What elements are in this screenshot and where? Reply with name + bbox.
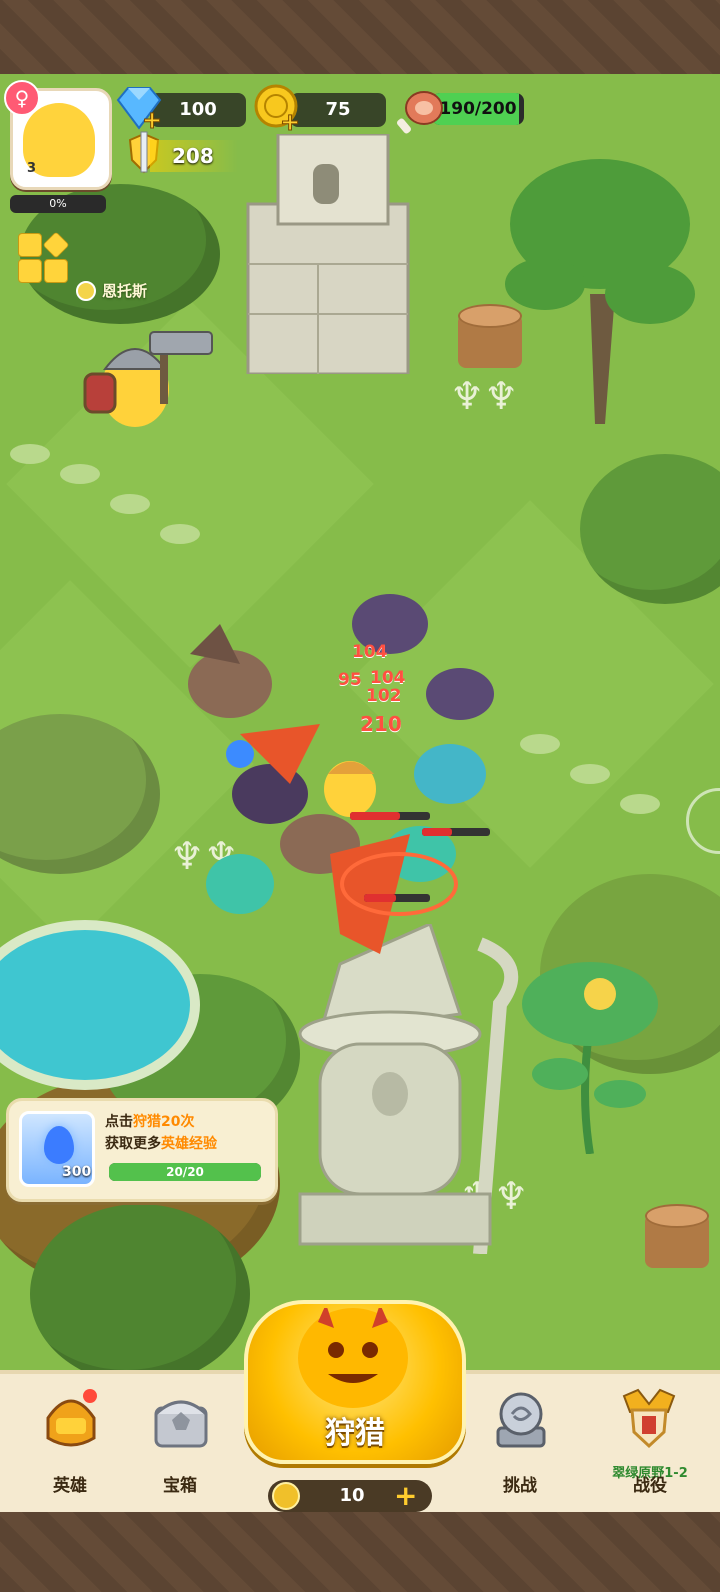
nav-chest-label: 宝箱 [163, 1476, 197, 1496]
enemy-hp-bar [350, 812, 430, 820]
hunt-cost-value: 10 [339, 1485, 365, 1506]
player-level: 3 [27, 161, 37, 176]
quest-reward-count: 300 [62, 1164, 92, 1180]
female-gender-icon: ♀ [4, 80, 40, 116]
exp-progress: 0% [10, 195, 106, 213]
power-value: 208 [150, 140, 238, 172]
monster-group [188, 594, 494, 954]
nav-heroes-label: 英雄 [53, 1476, 87, 1496]
quest-card[interactable]: 300 点击狩猎20次 获取更多英雄经验 20/20 [6, 1098, 278, 1202]
svg-text:+: + [280, 108, 300, 132]
nav-challenge-label: 挑战 [503, 1476, 537, 1496]
grass-tuft: ♆♆ [450, 374, 519, 418]
add-icon[interactable]: + [394, 1480, 417, 1512]
beetle-monster [232, 764, 308, 824]
edge-control-button[interactable] [686, 788, 720, 854]
coin-icon [272, 1482, 300, 1510]
challenge-portal-icon [496, 1392, 546, 1448]
nav-campaign[interactable]: 翠绿原野1-2 战役 [590, 1382, 710, 1502]
path-stone [570, 764, 610, 784]
battle-cluster[interactable]: 104 95 102 210 104 [180, 584, 520, 984]
top-frame [0, 0, 720, 74]
damage-number: 104 [370, 668, 406, 688]
slime-monster [206, 854, 274, 914]
hero-name-badge-icon [76, 281, 96, 301]
quest-progress-bar: 20/20 [109, 1163, 261, 1181]
meat-icon [397, 91, 443, 134]
quest-line-1: 点击狩猎20次 [105, 1114, 195, 1130]
damage-number: 104 [352, 642, 388, 662]
campaign-shield-icon [622, 1388, 676, 1449]
blue-flame-icon [44, 1126, 74, 1164]
knight-hero[interactable] [80, 324, 220, 434]
helmet-icon [46, 1389, 97, 1447]
path-stone [160, 524, 200, 544]
hunt-monster-icon [298, 1304, 408, 1408]
damage-number: 95 [338, 670, 362, 690]
bottom-frame [0, 1512, 720, 1592]
tree-stump [458, 304, 522, 368]
path-stone [110, 494, 150, 514]
hunt-label: 狩猎 [325, 1416, 385, 1451]
stamina-text: 190/200 [439, 99, 517, 119]
nav-heroes[interactable]: 英雄 [20, 1382, 120, 1502]
flower-plant [522, 962, 658, 1154]
svg-text:+: + [142, 106, 162, 130]
menu-grid-icon[interactable] [18, 231, 70, 283]
pine-tree [505, 159, 695, 424]
target-ring [340, 852, 458, 916]
slime-monster [414, 744, 486, 804]
add-gold-icon[interactable]: + [252, 84, 306, 132]
enemy-hp-bar [422, 828, 490, 836]
quest-progress-text: 20/20 [166, 1165, 204, 1179]
nav-challenge[interactable]: 挑战 [470, 1382, 570, 1502]
nav-chest[interactable]: 宝箱 [130, 1382, 230, 1502]
quest-line-2: 获取更多英雄经验 [105, 1136, 217, 1152]
tree-stump [645, 1204, 709, 1268]
hero-name-label: 恩托斯 [102, 282, 148, 300]
beetle-monster [426, 668, 494, 720]
hunt-button[interactable]: 狩猎 [244, 1300, 466, 1464]
path-stone [520, 734, 560, 754]
stamina-bar: 190/200 [432, 93, 524, 125]
hunt-cost[interactable]: 10 + [268, 1480, 432, 1512]
bush [30, 1204, 250, 1384]
treasure-chest-icon [154, 1400, 208, 1448]
quest-reward-icon: 300 [19, 1111, 95, 1187]
damage-number: 210 [360, 712, 402, 736]
nav-campaign-label: 战役 [633, 1476, 667, 1496]
path-stone [620, 794, 660, 814]
path-stone [10, 444, 50, 464]
damage-number: 102 [366, 686, 402, 706]
ruined-tower [246, 134, 410, 374]
add-diamond-icon[interactable]: + [112, 86, 166, 130]
path-stone [60, 464, 100, 484]
